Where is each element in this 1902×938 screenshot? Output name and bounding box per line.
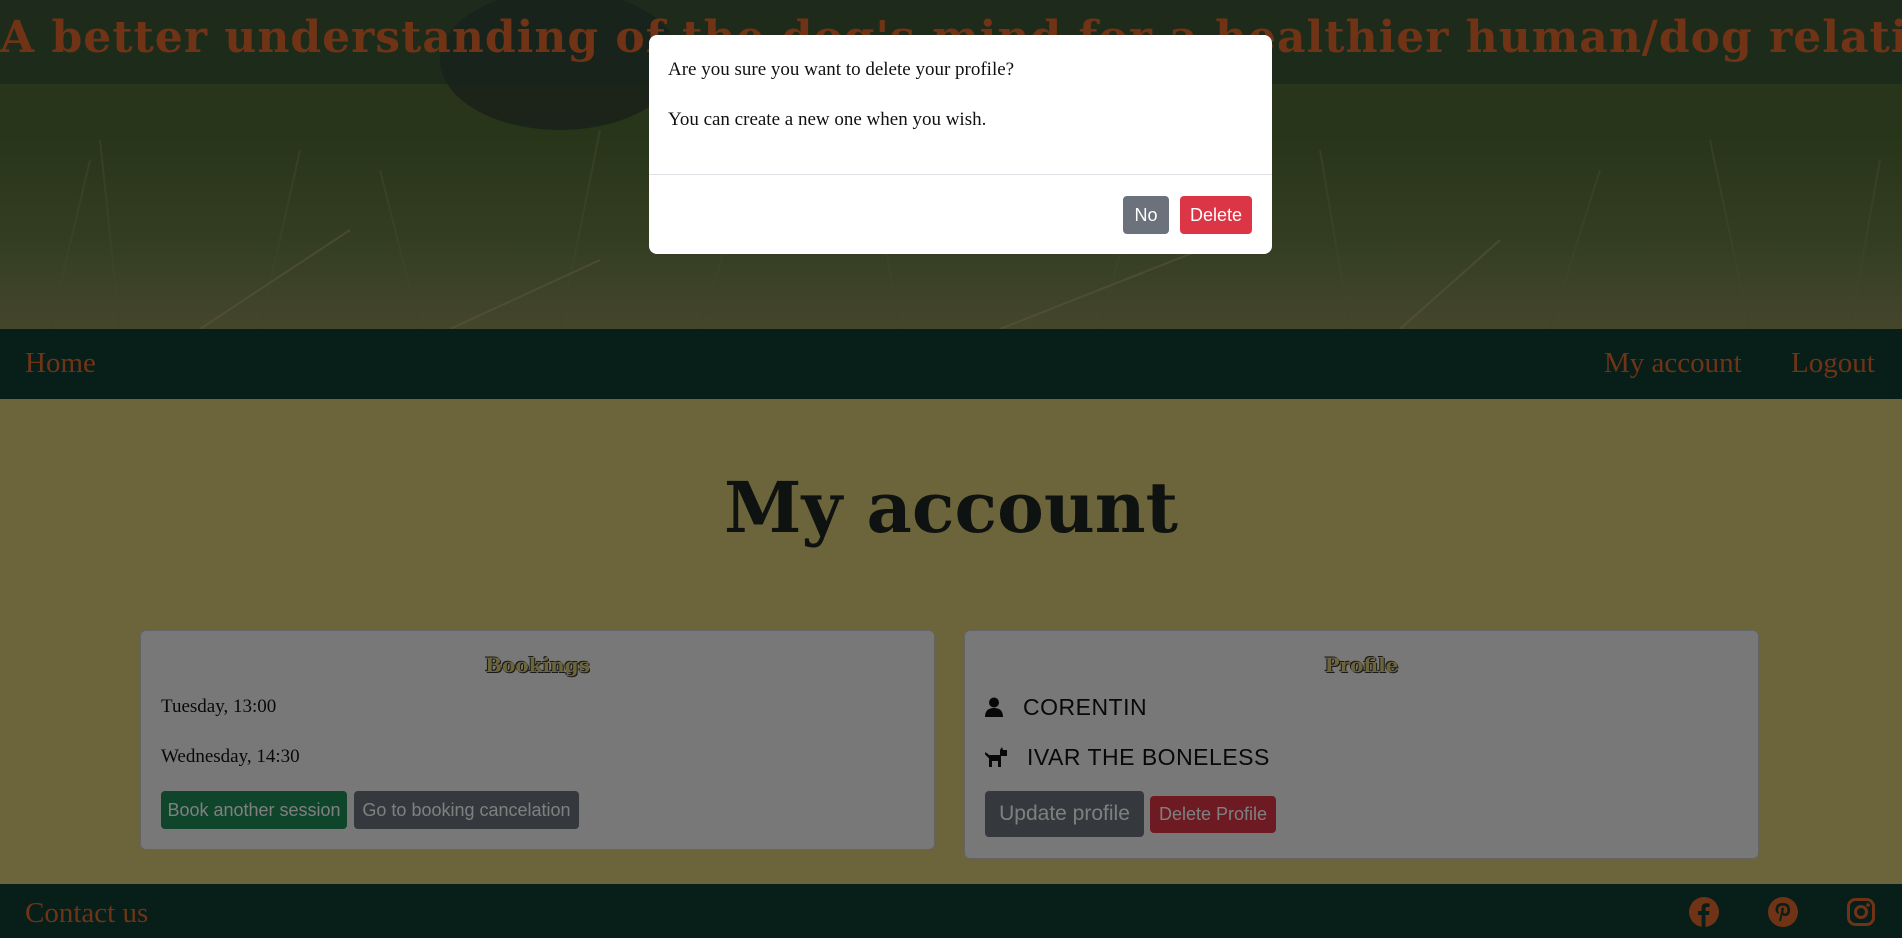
modal-divider [649, 174, 1272, 175]
modal-delete-button[interactable]: Delete [1180, 196, 1252, 234]
modal-no-button[interactable]: No [1123, 196, 1169, 234]
delete-profile-modal: Are you sure you want to delete your pro… [649, 35, 1272, 254]
modal-question: Are you sure you want to delete your pro… [668, 59, 1015, 80]
modal-note: You can create a new one when you wish. [668, 109, 987, 130]
